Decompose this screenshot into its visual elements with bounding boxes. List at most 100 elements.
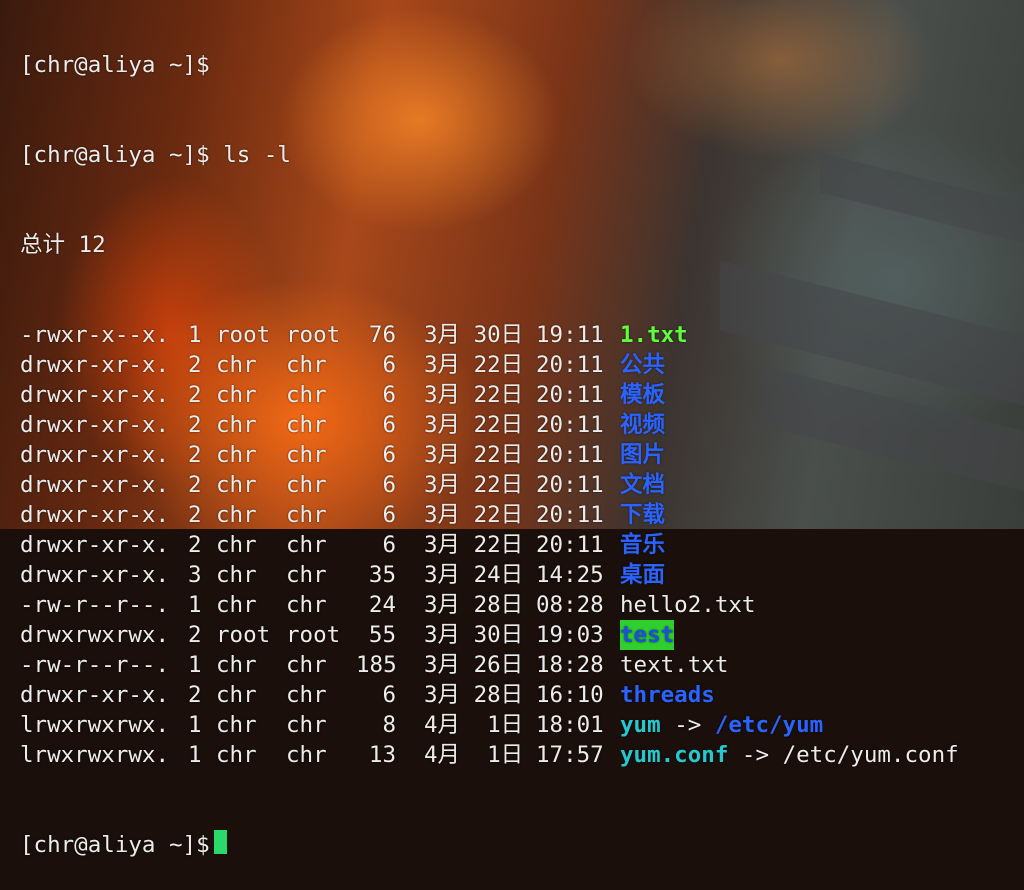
file-name: threads: [620, 682, 715, 708]
link-count: 2: [188, 472, 202, 498]
date: 3月 22日: [424, 502, 524, 528]
file-name: 桌面: [620, 562, 666, 588]
prompt: [chr@aliya ~]$: [20, 832, 210, 858]
link-count: 2: [188, 442, 202, 468]
owner: chr: [216, 472, 257, 498]
symlink-arrow: ->: [674, 712, 702, 738]
file-size: 6: [382, 442, 396, 468]
time: 08:28: [536, 592, 604, 618]
link-count: 2: [188, 622, 202, 648]
permissions: drwxr-xr-x.: [20, 382, 170, 408]
link-count: 3: [188, 562, 202, 588]
listing-row: drwxr-xr-x. 2 chr chr 6 3月 28日 16:10 threads: [20, 680, 1024, 710]
owner: chr: [216, 712, 257, 738]
symlink-arrow: ->: [741, 742, 770, 768]
command-text: ls -l: [223, 142, 291, 168]
group: chr: [286, 352, 327, 378]
permissions: drwxr-xr-x.: [20, 682, 170, 708]
permissions: drwxr-xr-x.: [20, 412, 170, 438]
terminal-window[interactable]: [chr@aliya ~]$ [chr@aliya ~]$ ls -l 总计 1…: [20, 0, 1024, 890]
time: 19:03: [536, 622, 604, 648]
time: 20:11: [536, 502, 604, 528]
permissions: drwxr-xr-x.: [20, 562, 170, 588]
file-size: 76: [368, 322, 396, 348]
owner: chr: [216, 502, 257, 528]
listing-row: -rwxr-x--x. 1 root root 76 3月 30日 19:11 1.txt: [20, 320, 1024, 350]
time: 20:11: [536, 382, 604, 408]
listing: -rwxr-x--x. 1 root root 76 3月 30日 19:11 1.txt dr…: [20, 320, 1024, 770]
file-size: 185: [356, 652, 397, 678]
file-name: 下载: [620, 502, 666, 528]
text-cursor: [213, 830, 227, 854]
file-name: 公共: [620, 352, 666, 378]
listing-row: drwxr-xr-x. 3 chr chr 35 3月 24日 14:25 桌面: [20, 560, 1024, 590]
group: chr: [286, 442, 327, 468]
date: 3月 22日: [424, 442, 524, 468]
file-name: 音乐: [620, 532, 666, 558]
file-name: 1.txt: [620, 322, 688, 348]
permissions: drwxr-xr-x.: [20, 442, 170, 468]
group: chr: [286, 472, 327, 498]
listing-row: drwxr-xr-x. 2 chr chr 6 3月 22日 20:11 音乐: [20, 530, 1024, 560]
group: chr: [286, 742, 327, 768]
permissions: drwxr-xr-x.: [20, 352, 170, 378]
file-size: 6: [382, 472, 396, 498]
listing-row: drwxr-xr-x. 2 chr chr 6 3月 22日 20:11 公共: [20, 350, 1024, 380]
date: 3月 30日: [424, 622, 524, 648]
owner: chr: [216, 412, 257, 438]
date: 3月 22日: [424, 412, 524, 438]
listing-row: -rw-r--r--. 1 chr chr 24 3月 28日 08:28 hello2.tx…: [20, 590, 1024, 620]
current-prompt-line[interactable]: [chr@aliya ~]$: [20, 830, 1024, 860]
link-count: 1: [188, 712, 202, 738]
time: 17:57: [536, 742, 604, 768]
link-count: 2: [188, 682, 202, 708]
file-size: 6: [382, 382, 396, 408]
permissions: -rw-r--r--.: [20, 592, 170, 618]
time: 16:10: [536, 682, 604, 708]
file-name: 图片: [620, 442, 666, 468]
file-size: 35: [368, 562, 396, 588]
owner: chr: [216, 532, 257, 558]
command-line: [chr@aliya ~]$ ls -l: [20, 140, 1024, 170]
file-size: 24: [368, 592, 396, 618]
previous-prompt-line: [chr@aliya ~]$: [20, 50, 1024, 80]
file-name: yum: [620, 712, 661, 738]
owner: chr: [216, 382, 257, 408]
listing-row: drwxr-xr-x. 2 chr chr 6 3月 22日 20:11 图片: [20, 440, 1024, 470]
listing-row: drwxr-xr-x. 2 chr chr 6 3月 22日 20:11 视频: [20, 410, 1024, 440]
permissions: drwxr-xr-x.: [20, 472, 170, 498]
group: chr: [286, 562, 327, 588]
link-count: 2: [188, 382, 202, 408]
permissions: drwxrwxrwx.: [20, 622, 170, 648]
previous-prompt: [chr@aliya ~]$: [20, 52, 210, 78]
date: 3月 22日: [424, 352, 524, 378]
date: 3月 28日: [424, 682, 524, 708]
owner: chr: [216, 592, 257, 618]
date: 4月 1日: [424, 742, 524, 768]
group: chr: [286, 382, 327, 408]
owner: chr: [216, 682, 257, 708]
group: chr: [286, 652, 327, 678]
permissions: lrwxrwxrwx.: [20, 742, 170, 768]
owner: chr: [216, 562, 257, 588]
file-size: 6: [382, 682, 396, 708]
date: 3月 26日: [424, 652, 524, 678]
date: 3月 22日: [424, 532, 524, 558]
listing-row: drwxrwxrwx. 2 root root 55 3月 30日 19:03 test: [20, 620, 1024, 650]
link-count: 1: [188, 322, 202, 348]
group: root: [286, 322, 341, 348]
link-count: 2: [188, 352, 202, 378]
listing-row: lrwxrwxrwx. 1 chr chr 13 4月 1日 17:57 yum.conf -…: [20, 740, 1024, 770]
file-name: 视频: [620, 412, 666, 438]
listing-row: -rw-r--r--. 1 chr chr 185 3月 26日 18:28 text.txt: [20, 650, 1024, 680]
file-name: test: [620, 620, 675, 650]
link-count: 2: [188, 502, 202, 528]
file-name: text.txt: [620, 652, 729, 678]
total-text: 总计 12: [20, 232, 106, 258]
file-size: 6: [382, 532, 396, 558]
date: 3月 22日: [424, 382, 524, 408]
owner: root: [216, 622, 271, 648]
date: 3月 22日: [424, 472, 524, 498]
symlink-target: /etc/yum: [714, 712, 824, 738]
time: 20:11: [536, 442, 604, 468]
